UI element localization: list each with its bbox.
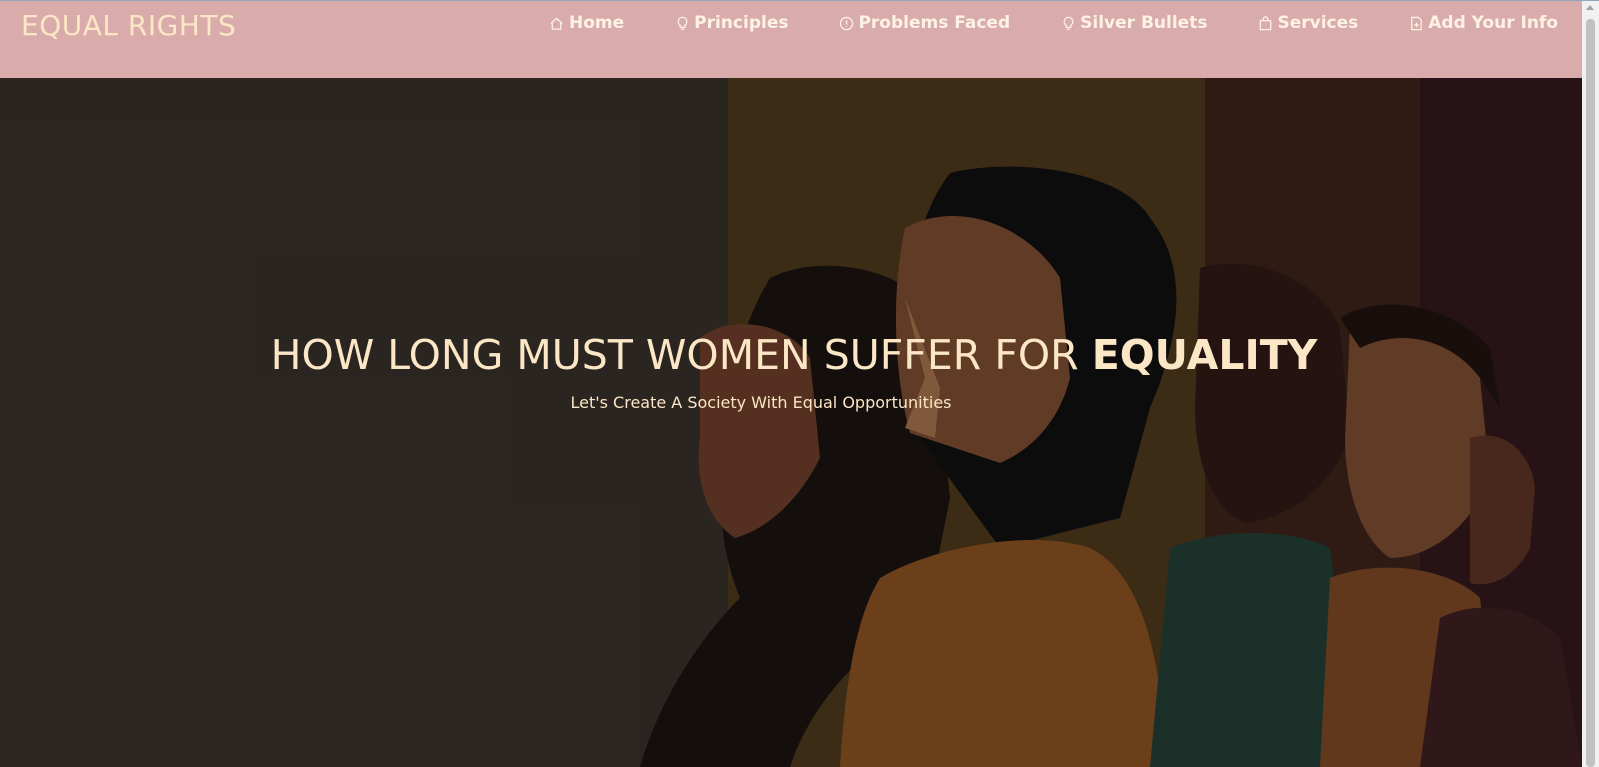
nav-item-label: Services [1277, 13, 1359, 33]
file-plus-icon [1408, 15, 1424, 31]
brand-logo-text[interactable]: EQUAL RIGHTS [21, 9, 236, 42]
nav-item-label: Principles [694, 13, 789, 33]
lightbulb-icon [1060, 15, 1076, 31]
scrollbar-thumb[interactable] [1586, 19, 1595, 767]
nav-item-home[interactable]: Home [549, 11, 624, 35]
nav-item-problems-faced[interactable]: Problems Faced [838, 11, 1010, 35]
hero-section: HOW LONG MUST WOMEN SUFFER FOR EQUALITY … [0, 78, 1582, 767]
vertical-scrollbar[interactable] [1582, 1, 1599, 767]
alert-circle-icon [838, 15, 854, 31]
nav-item-add-your-info[interactable]: Add Your Info [1408, 11, 1558, 35]
hero-dark-overlay [0, 78, 1582, 767]
nav-item-principles[interactable]: Principles [674, 11, 788, 35]
nav-item-silver-bullets[interactable]: Silver Bullets [1060, 11, 1207, 35]
hero-title-emphasis: EQUALITY [1091, 331, 1318, 379]
nav-item-label: Silver Bullets [1080, 13, 1208, 33]
hero-subtitle: Let's Create A Society With Equal Opport… [570, 393, 952, 412]
nav-item-services[interactable]: Services [1257, 11, 1358, 35]
hero-title-main: HOW LONG MUST WOMEN SUFFER FOR [270, 331, 1092, 379]
navbar: EQUAL RIGHTS Home Principles Problems Fa… [0, 1, 1582, 78]
bag-icon [1257, 15, 1273, 31]
nav-item-label: Add Your Info [1428, 13, 1558, 33]
main-nav: Home Principles Problems Faced Silver Bu… [549, 11, 1558, 35]
nav-item-label: Home [568, 13, 625, 33]
home-icon [549, 15, 565, 31]
nav-item-label: Problems Faced [858, 13, 1011, 33]
hero-title: HOW LONG MUST WOMEN SUFFER FOR EQUALITY [0, 331, 1582, 379]
lightbulb-icon [674, 15, 690, 31]
scroll-up-arrow-icon[interactable] [1586, 5, 1594, 10]
